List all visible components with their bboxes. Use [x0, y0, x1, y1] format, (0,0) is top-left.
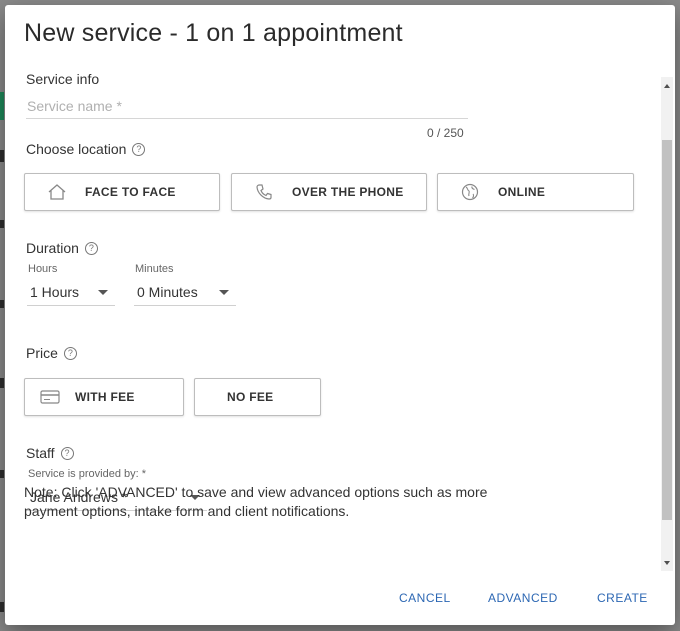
help-icon[interactable]: ? [84, 241, 98, 255]
staff-label: Staff [26, 445, 55, 461]
character-counter: 0 / 250 [427, 126, 464, 140]
service-name-input[interactable] [26, 94, 468, 119]
background-page-edge [0, 378, 4, 388]
help-icon[interactable]: ? [63, 346, 77, 360]
background-page-edge [0, 470, 4, 478]
help-icon[interactable]: ? [60, 446, 74, 460]
service-info-label: Service info [26, 71, 100, 87]
minutes-value: 0 Minutes [137, 284, 198, 300]
over-the-phone-button[interactable]: OVER THE PHONE [231, 173, 427, 211]
choose-location-label: Choose location [26, 141, 127, 157]
new-service-dialog: New service - 1 on 1 appointment Service… [5, 5, 675, 625]
with-fee-button[interactable]: WITH FEE [24, 378, 184, 416]
credit-card-icon [40, 387, 60, 407]
scroll-up-icon[interactable] [664, 84, 670, 88]
advanced-note: Note: Click 'ADVANCED' to save and view … [24, 484, 488, 519]
dialog-title: New service - 1 on 1 appointment [24, 19, 403, 47]
price-heading: Price? [26, 345, 77, 361]
staff-heading: Staff? [26, 445, 74, 461]
hours-select[interactable]: 1 Hours [27, 281, 115, 306]
face-to-face-label: FACE TO FACE [85, 185, 176, 199]
cancel-button[interactable]: CANCEL [399, 591, 451, 605]
globe-icon [460, 182, 480, 202]
background-page-edge [0, 300, 4, 308]
dialog-content: Service info 0 / 250 Choose location? FA… [5, 63, 675, 571]
background-page-edge [0, 602, 4, 612]
over-the-phone-label: OVER THE PHONE [292, 185, 404, 199]
service-provided-by-label: Service is provided by: * [28, 468, 146, 480]
online-button[interactable]: ONLINE [437, 173, 634, 211]
background-page-edge [0, 150, 4, 162]
scroll-down-icon[interactable] [664, 561, 670, 565]
minutes-select[interactable]: 0 Minutes [134, 281, 236, 306]
hours-label: Hours [28, 263, 58, 275]
face-to-face-button[interactable]: FACE TO FACE [24, 173, 220, 211]
background-page-edge [0, 220, 4, 228]
scrollbar-thumb[interactable] [662, 140, 672, 520]
chevron-down-icon [98, 290, 108, 295]
minutes-label: Minutes [135, 263, 174, 275]
hours-value: 1 Hours [30, 284, 80, 300]
price-label: Price [26, 345, 58, 361]
no-fee-button[interactable]: NO FEE [194, 378, 321, 416]
phone-icon [254, 182, 274, 202]
duration-label: Duration [26, 240, 79, 256]
create-button[interactable]: CREATE [597, 591, 648, 605]
background-accent-edge [0, 92, 4, 120]
help-icon[interactable]: ? [132, 142, 146, 156]
home-icon [47, 182, 67, 202]
no-fee-label: NO FEE [227, 390, 274, 404]
duration-heading: Duration? [26, 240, 98, 256]
with-fee-label: WITH FEE [75, 390, 135, 404]
choose-location-heading: Choose location? [26, 141, 146, 157]
advanced-button[interactable]: ADVANCED [488, 591, 558, 605]
online-label: ONLINE [498, 185, 546, 199]
chevron-down-icon [219, 290, 229, 295]
